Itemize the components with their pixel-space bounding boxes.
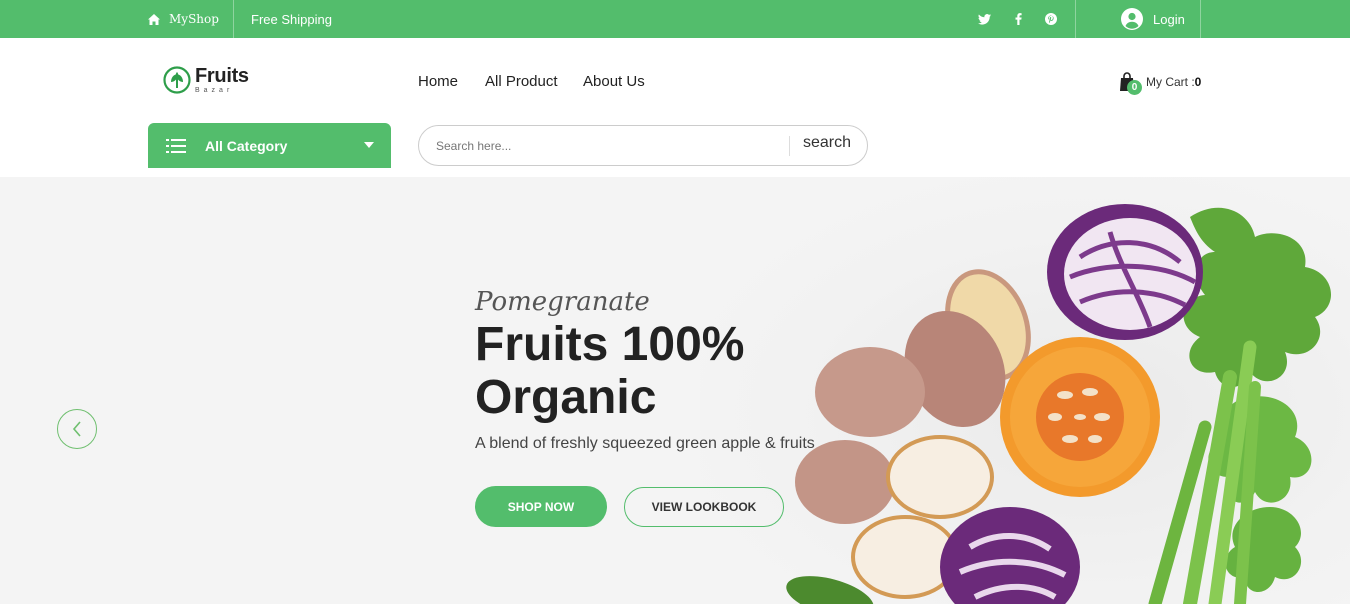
leaf-logo-icon [163,66,191,94]
shop-now-button[interactable]: SHOP NOW [475,486,607,527]
search-bar: search [418,125,868,166]
cart-count: 0 [1194,75,1202,89]
twitter-link[interactable] [978,0,991,38]
all-category-label: All Category [205,137,288,154]
chevron-left-icon [72,421,81,437]
topbar-divider [1075,0,1076,38]
login-link[interactable]: Login [1121,0,1185,38]
view-lookbook-button[interactable]: VIEW LOOKBOOK [624,487,784,527]
twitter-icon [978,13,991,25]
hero-title-line-2: Organic [475,371,657,424]
slider-prev-button[interactable] [57,409,97,449]
red-cabbage-top [1047,204,1203,340]
search-divider [789,136,790,156]
hero-title-line-1: Fruits 100% [475,318,745,371]
nav-home[interactable]: Home [418,73,458,90]
cart-count-badge: 0 [1127,80,1142,95]
my-cart[interactable]: 0 My Cart : 0 [1118,72,1202,95]
vegetables-image [786,204,1332,604]
pinterest-link[interactable] [1045,0,1057,38]
logo-subtitle: Bazar [195,87,234,94]
hero-description: A blend of freshly squeezed green apple … [475,435,815,452]
nav-all-product[interactable]: All Product [485,73,558,90]
site-logo[interactable]: Fruits Bazar [163,66,249,94]
search-button[interactable]: search [803,134,851,152]
topbar-divider [233,0,234,38]
shop-home-link[interactable]: MyShop [148,0,219,38]
shop-name: MyShop [169,12,219,26]
hero-title: Fruits 100% Organic [475,318,744,424]
all-category-dropdown[interactable]: All Category [148,123,391,168]
search-input[interactable] [436,136,776,156]
cart-label: My Cart : [1146,75,1195,89]
facebook-icon [1015,13,1022,25]
logo-name: Fruits [195,65,249,87]
facebook-link[interactable] [1015,0,1022,38]
pumpkin-half [1000,337,1160,497]
hero-subtitle: Pomegranate [475,287,650,317]
hero-slider: Pomegranate Fruits 100% Organic A blend … [0,177,1350,604]
red-cabbage-bottom [940,507,1080,604]
free-shipping-text: Free Shipping [251,0,332,38]
top-bar: MyShop Free Shipping Login [0,0,1350,38]
home-icon [148,13,160,25]
topbar-divider [1200,0,1201,38]
login-label: Login [1153,11,1185,27]
user-icon [1121,8,1143,30]
caret-down-icon [364,142,374,148]
free-shipping-label: Free Shipping [251,11,332,27]
nav-about-us[interactable]: About Us [583,73,645,90]
list-menu-icon [166,138,186,153]
pinterest-icon [1045,13,1057,25]
